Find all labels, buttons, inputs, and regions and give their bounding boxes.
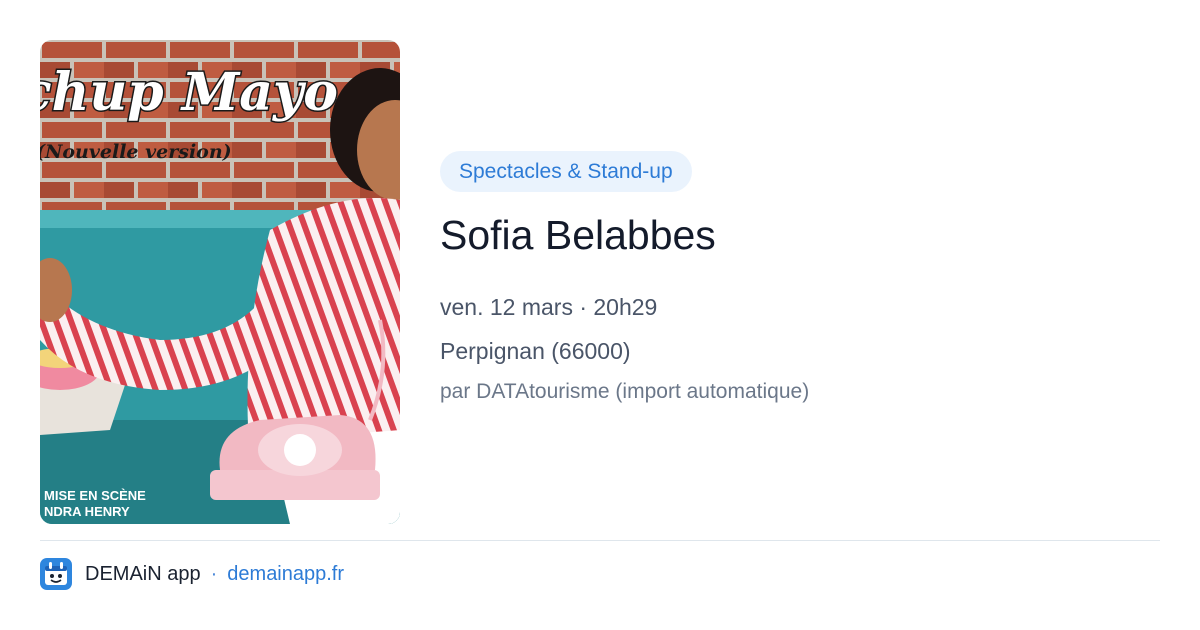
poster-subheadline: (Nouvelle version): [40, 141, 232, 163]
app-domain-link[interactable]: demainapp.fr: [227, 563, 344, 586]
event-info: Spectacles & Stand-up Sofia Belabbes ven…: [440, 151, 1140, 406]
app-name: DEMAiN app: [85, 562, 201, 585]
event-source: par DATAtourisme (import automatique): [440, 380, 810, 403]
link-preview-card[interactable]: chup Mayo (Nouvelle version) MISE EN SCÈ…: [0, 0, 1200, 630]
event-title[interactable]: Sofia Belabbes: [440, 210, 1140, 260]
poster-credit-2: NDRA HENRY: [44, 504, 130, 519]
event-date-time: ven. 12 mars · 20h29: [440, 294, 658, 320]
footer: DEMAiN app · demainapp.fr: [40, 558, 344, 590]
poster-credit-1: MISE EN SCÈNE: [44, 488, 146, 503]
demain-app-icon[interactable]: [40, 558, 72, 590]
event-location: Perpignan (66000): [440, 338, 631, 364]
footer-separator: ·: [210, 562, 218, 585]
event-poster-image: chup Mayo (Nouvelle version) MISE EN SCÈ…: [40, 40, 400, 524]
category-badge[interactable]: Spectacles & Stand-up: [440, 151, 692, 192]
poster-headline: chup Mayo: [40, 62, 338, 123]
footer-divider: [40, 540, 1160, 541]
